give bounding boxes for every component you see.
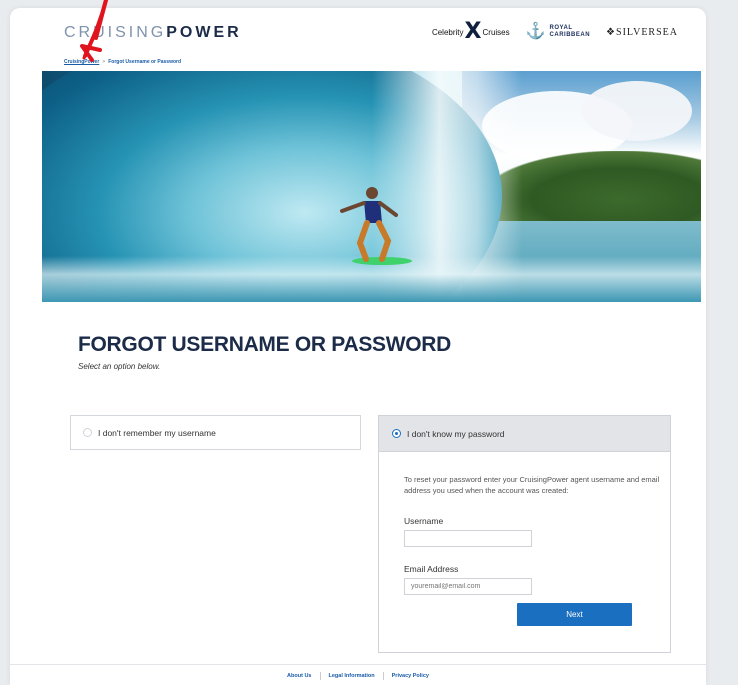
site-footer: About Us Legal Information Privacy Polic…: [10, 664, 706, 685]
cruises-text: Cruises: [482, 27, 510, 37]
page-container: CRUISINGPOWER Celebrity X Cruises ⚓ ROYA…: [10, 8, 706, 685]
next-button[interactable]: Next: [517, 603, 632, 626]
royal-caribbean-logo[interactable]: ⚓ ROYAL CARIBBEAN: [526, 24, 590, 40]
page-title: FORGOT USERNAME OR PASSWORD: [78, 333, 452, 356]
footer-legal-link[interactable]: Legal Information: [329, 673, 375, 679]
royal-line2: CARIBBEAN: [549, 32, 591, 38]
option-forgot-password[interactable]: I don't know my password: [379, 416, 670, 452]
royal-line1: ROYAL: [549, 25, 573, 31]
breadcrumb-current: Forgot Username or Password: [108, 59, 182, 65]
crown-anchor-icon: ⚓: [525, 23, 546, 40]
option-forgot-username-label: I don't remember my username: [98, 427, 216, 438]
breadcrumb-home-link[interactable]: CruisingPower: [64, 59, 99, 65]
email-input[interactable]: [404, 578, 532, 595]
silversea-text: SILVERSEA: [616, 26, 678, 38]
cruisingpower-logo[interactable]: CRUISINGPOWER: [64, 24, 242, 42]
forgot-password-panel: I don't know my password To reset your p…: [378, 415, 671, 653]
breadcrumb: CruisingPower > Forgot Username or Passwor…: [64, 59, 181, 65]
footer-about-link[interactable]: About Us: [287, 673, 311, 679]
page-subtitle: Select an option below.: [78, 362, 161, 371]
username-input[interactable]: [404, 530, 532, 547]
royal-caribbean-text: ROYAL CARIBBEAN: [550, 25, 591, 39]
celebrity-cruises-logo[interactable]: Celebrity X Cruises: [431, 19, 510, 44]
silversea-logo[interactable]: ❖SILVERSEA: [606, 27, 678, 38]
breadcrumb-separator: >: [102, 59, 106, 65]
celebrity-text: Celebrity: [431, 27, 464, 37]
username-label: Username: [404, 516, 444, 526]
email-label: Email Address: [404, 564, 459, 574]
celebrity-x-mark: X: [464, 19, 482, 44]
option-forgot-username[interactable]: I don't remember my username: [70, 415, 361, 450]
surfer-figure: [340, 187, 412, 265]
silversea-mark-icon: ❖: [606, 26, 617, 38]
footer-divider: [319, 671, 321, 680]
logo-text-cruising: CRUISING: [64, 24, 167, 41]
footer-divider: [382, 671, 384, 680]
username-radio[interactable]: [83, 428, 92, 437]
brand-logos: Celebrity X Cruises ⚓ ROYAL CARIBBEAN ❖S…: [431, 19, 678, 44]
option-forgot-password-label: I don't know my password: [407, 428, 505, 439]
footer-privacy-link[interactable]: Privacy Policy: [392, 673, 429, 679]
password-radio[interactable]: [392, 429, 401, 438]
logo-text-power: POWER: [166, 24, 242, 41]
site-header: CRUISINGPOWER Celebrity X Cruises ⚓ ROYA…: [10, 8, 706, 63]
reset-instructions: To reset your password enter your Cruisi…: [404, 475, 660, 495]
hero-image-surfer: [42, 71, 701, 302]
